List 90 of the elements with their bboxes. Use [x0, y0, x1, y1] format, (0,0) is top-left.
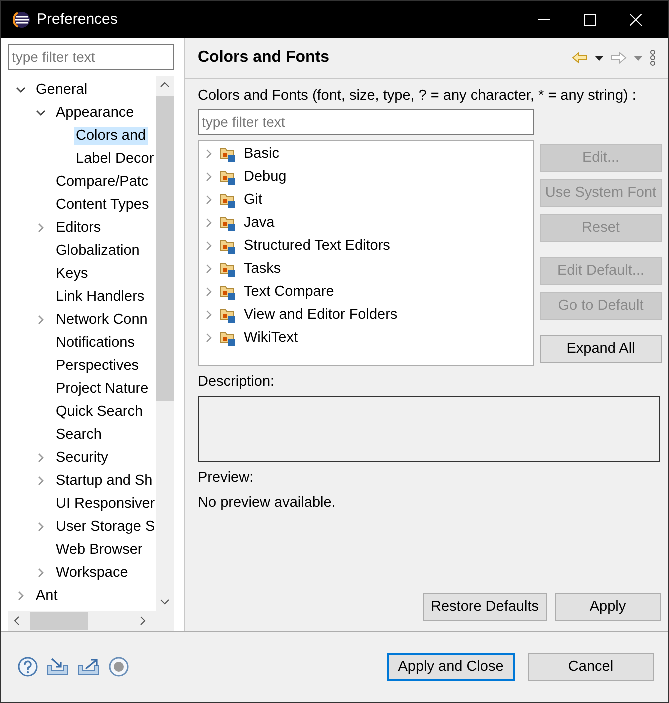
tree-item[interactable]: General — [34, 80, 90, 98]
chevron-down-icon[interactable] — [16, 86, 26, 92]
tree-item[interactable]: Notifications — [54, 334, 137, 352]
filter-field[interactable]: type filter text — [198, 109, 534, 135]
preview-label: Preview: — [198, 470, 255, 486]
category-item[interactable]: Git — [244, 192, 263, 208]
chevron-right-icon[interactable] — [36, 452, 46, 462]
font-folder-icon — [220, 214, 236, 230]
tree-item[interactable]: Keys — [54, 264, 90, 282]
chevron-right-icon[interactable] — [206, 264, 212, 274]
chevron-right-icon[interactable] — [16, 590, 26, 600]
category-item[interactable]: WikiText — [244, 330, 298, 346]
forward-arrow-icon[interactable] — [611, 52, 627, 64]
category-item[interactable]: Java — [244, 214, 275, 230]
scroll-right-icon[interactable] — [140, 616, 146, 626]
back-arrow-icon[interactable] — [572, 52, 588, 64]
dropdown-icon[interactable] — [595, 56, 604, 60]
font-folder-icon — [220, 238, 236, 254]
app-logo-icon — [13, 10, 31, 28]
page-button[interactable]: Restore Defaults — [423, 593, 547, 621]
tree-item[interactable]: Link Handlers — [54, 288, 147, 306]
import-icon[interactable] — [47, 658, 69, 676]
chevron-right-icon[interactable] — [206, 286, 212, 296]
scroll-down-icon[interactable] — [160, 599, 170, 605]
chevron-down-icon[interactable] — [36, 110, 46, 116]
font-folder-icon — [220, 192, 236, 208]
tree-item[interactable]: Appearance — [54, 104, 136, 122]
chevron-right-icon[interactable] — [36, 314, 46, 324]
tree-item[interactable]: Content Types — [54, 196, 152, 214]
minimize-icon[interactable] — [538, 18, 550, 20]
preview-text: No preview available. — [198, 495, 337, 511]
help-icon[interactable] — [18, 657, 38, 677]
category-item[interactable]: Text Compare — [244, 284, 334, 300]
tree-item[interactable]: User Storage S — [54, 518, 158, 536]
font-folder-icon — [220, 260, 236, 276]
filter-label: Colors and Fonts (font, size, type, ? = any character, * = any string) : — [198, 88, 638, 104]
tree-item[interactable]: Web Browser — [54, 540, 145, 558]
tree-item[interactable]: Search — [54, 426, 104, 444]
close-icon[interactable] — [630, 14, 642, 26]
scroll-left-icon[interactable] — [14, 616, 20, 626]
tree-item[interactable]: Project Nature — [54, 380, 151, 398]
chevron-right-icon[interactable] — [36, 522, 46, 532]
tree-item[interactable]: Perspectives — [54, 356, 142, 374]
export-icon[interactable] — [78, 658, 100, 676]
font-folder-icon — [220, 146, 236, 162]
chevron-right-icon[interactable] — [206, 148, 212, 158]
dialog-button[interactable]: Apply and Close — [387, 653, 515, 681]
chevron-right-icon[interactable] — [36, 568, 46, 578]
description-label: Description: — [198, 374, 276, 390]
tree-item[interactable]: Workspace — [54, 564, 130, 582]
tree-item[interactable]: Ant — [34, 586, 60, 604]
horizontal-scrollbar[interactable] — [8, 611, 174, 631]
chevron-right-icon[interactable] — [36, 476, 46, 486]
chevron-right-icon[interactable] — [206, 172, 212, 182]
tree-item[interactable]: Quick Search — [54, 402, 146, 420]
chevron-right-icon[interactable] — [36, 222, 46, 232]
font-folder-icon — [220, 284, 236, 300]
category-item[interactable]: Debug — [244, 168, 287, 184]
tree-item[interactable]: Network Conn — [54, 310, 150, 328]
action-button[interactable]: Expand All — [540, 335, 662, 363]
tree-item[interactable]: Label Decor — [74, 150, 156, 168]
chevron-right-icon[interactable] — [206, 310, 212, 320]
page-button[interactable]: Apply — [555, 593, 661, 621]
category-item[interactable]: Basic — [244, 146, 280, 162]
category-item[interactable]: View and Editor Folders — [244, 306, 398, 322]
tree-item[interactable]: Compare/Patc — [54, 172, 151, 190]
chevron-right-icon[interactable] — [206, 240, 212, 250]
vertical-scrollbar[interactable] — [156, 76, 174, 611]
font-folder-icon — [220, 330, 236, 346]
tree-item[interactable]: Colors and — [74, 126, 148, 144]
window-title: Preferences — [37, 11, 118, 28]
font-folder-icon — [220, 168, 236, 184]
category-item[interactable]: Structured Text Editors — [244, 238, 390, 254]
view-menu-icon[interactable] — [650, 50, 656, 66]
dialog-button[interactable]: Cancel — [528, 653, 654, 681]
record-icon[interactable] — [109, 657, 129, 677]
tree-item[interactable]: Startup and Sh — [54, 472, 155, 490]
scroll-up-icon[interactable] — [160, 82, 170, 88]
category-item[interactable]: Tasks — [244, 260, 282, 276]
tree-item[interactable]: UI Responsiver — [54, 494, 158, 512]
font-folder-icon — [220, 306, 236, 322]
filter-field[interactable]: type filter text — [8, 44, 174, 70]
chevron-right-icon[interactable] — [206, 218, 212, 228]
chevron-right-icon[interactable] — [206, 332, 212, 342]
maximize-icon[interactable] — [584, 14, 596, 26]
page-title: Colors and Fonts — [198, 49, 330, 67]
tree-item[interactable]: Security — [54, 448, 110, 466]
tree-item[interactable]: Globalization — [54, 242, 142, 260]
tree-item[interactable]: Editors — [54, 218, 104, 236]
chevron-right-icon[interactable] — [206, 194, 212, 204]
